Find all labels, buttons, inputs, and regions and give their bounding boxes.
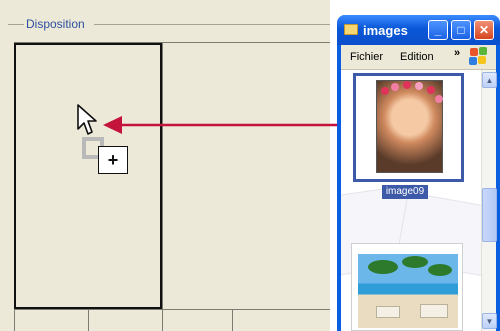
photo-thumbnail	[358, 254, 458, 328]
thumbnail-selected[interactable]	[353, 73, 464, 182]
disposition-label: Disposition	[24, 17, 87, 31]
group-border-left	[8, 24, 24, 25]
scroll-down-button[interactable]: ▼	[482, 313, 497, 329]
grid-divider	[88, 309, 89, 331]
layout-grid[interactable]	[14, 42, 330, 331]
title-bar[interactable]: images _ □ ✕	[337, 15, 500, 45]
thumbnail[interactable]	[351, 243, 463, 331]
group-border-right	[94, 24, 330, 25]
vertical-scrollbar[interactable]: ▲ ▼	[481, 70, 497, 331]
windows-logo-icon	[469, 47, 489, 67]
close-button[interactable]: ✕	[474, 20, 494, 40]
menu-fichier[interactable]: Fichier	[350, 51, 383, 63]
scroll-thumb[interactable]	[482, 188, 497, 242]
maximize-button[interactable]: □	[451, 20, 471, 40]
images-window: images _ □ ✕ Fichier Edition » image09 ▲…	[337, 15, 500, 331]
photo-thumbnail	[376, 80, 443, 173]
layout-cell-selected[interactable]	[14, 43, 162, 309]
menu-edition[interactable]: Edition	[400, 51, 434, 63]
plus-icon: +	[98, 146, 128, 174]
disposition-panel: Disposition +	[0, 0, 330, 331]
folder-icon	[344, 24, 358, 35]
thumbnail-pane: image09	[341, 70, 481, 331]
window-title: images	[363, 23, 408, 38]
minimize-button[interactable]: _	[428, 20, 448, 40]
grid-divider	[232, 309, 233, 331]
menu-overflow-chevron[interactable]: »	[454, 47, 460, 59]
layout-cell[interactable]	[162, 43, 330, 309]
thumbnail-label[interactable]: image09	[382, 185, 428, 199]
scroll-up-button[interactable]: ▲	[482, 72, 497, 88]
menu-bar: Fichier Edition »	[341, 45, 496, 70]
arrow-cursor-icon	[77, 104, 97, 135]
grid-divider	[14, 309, 330, 310]
